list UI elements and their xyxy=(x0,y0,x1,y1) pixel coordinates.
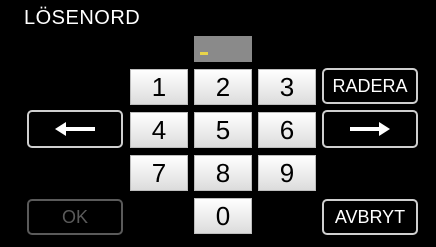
delete-button[interactable]: RADERA xyxy=(322,68,418,104)
input-cursor xyxy=(200,52,208,55)
arrow-left-icon xyxy=(55,122,95,136)
cancel-button[interactable]: AVBRYT xyxy=(322,199,418,235)
key-9[interactable]: 9 xyxy=(258,155,316,191)
key-7[interactable]: 7 xyxy=(130,155,188,191)
page-title: LÖSENORD xyxy=(24,7,141,29)
key-6[interactable]: 6 xyxy=(258,112,316,148)
key-0[interactable]: 0 xyxy=(194,198,252,234)
arrow-right-icon xyxy=(350,122,390,136)
key-4[interactable]: 4 xyxy=(130,112,188,148)
ok-button[interactable]: OK xyxy=(27,199,123,235)
key-8[interactable]: 8 xyxy=(194,155,252,191)
key-2[interactable]: 2 xyxy=(194,69,252,105)
move-right-button[interactable] xyxy=(322,110,418,148)
key-5[interactable]: 5 xyxy=(194,112,252,148)
key-1[interactable]: 1 xyxy=(130,69,188,105)
key-3[interactable]: 3 xyxy=(258,69,316,105)
password-field xyxy=(194,36,252,62)
move-left-button[interactable] xyxy=(27,110,123,148)
